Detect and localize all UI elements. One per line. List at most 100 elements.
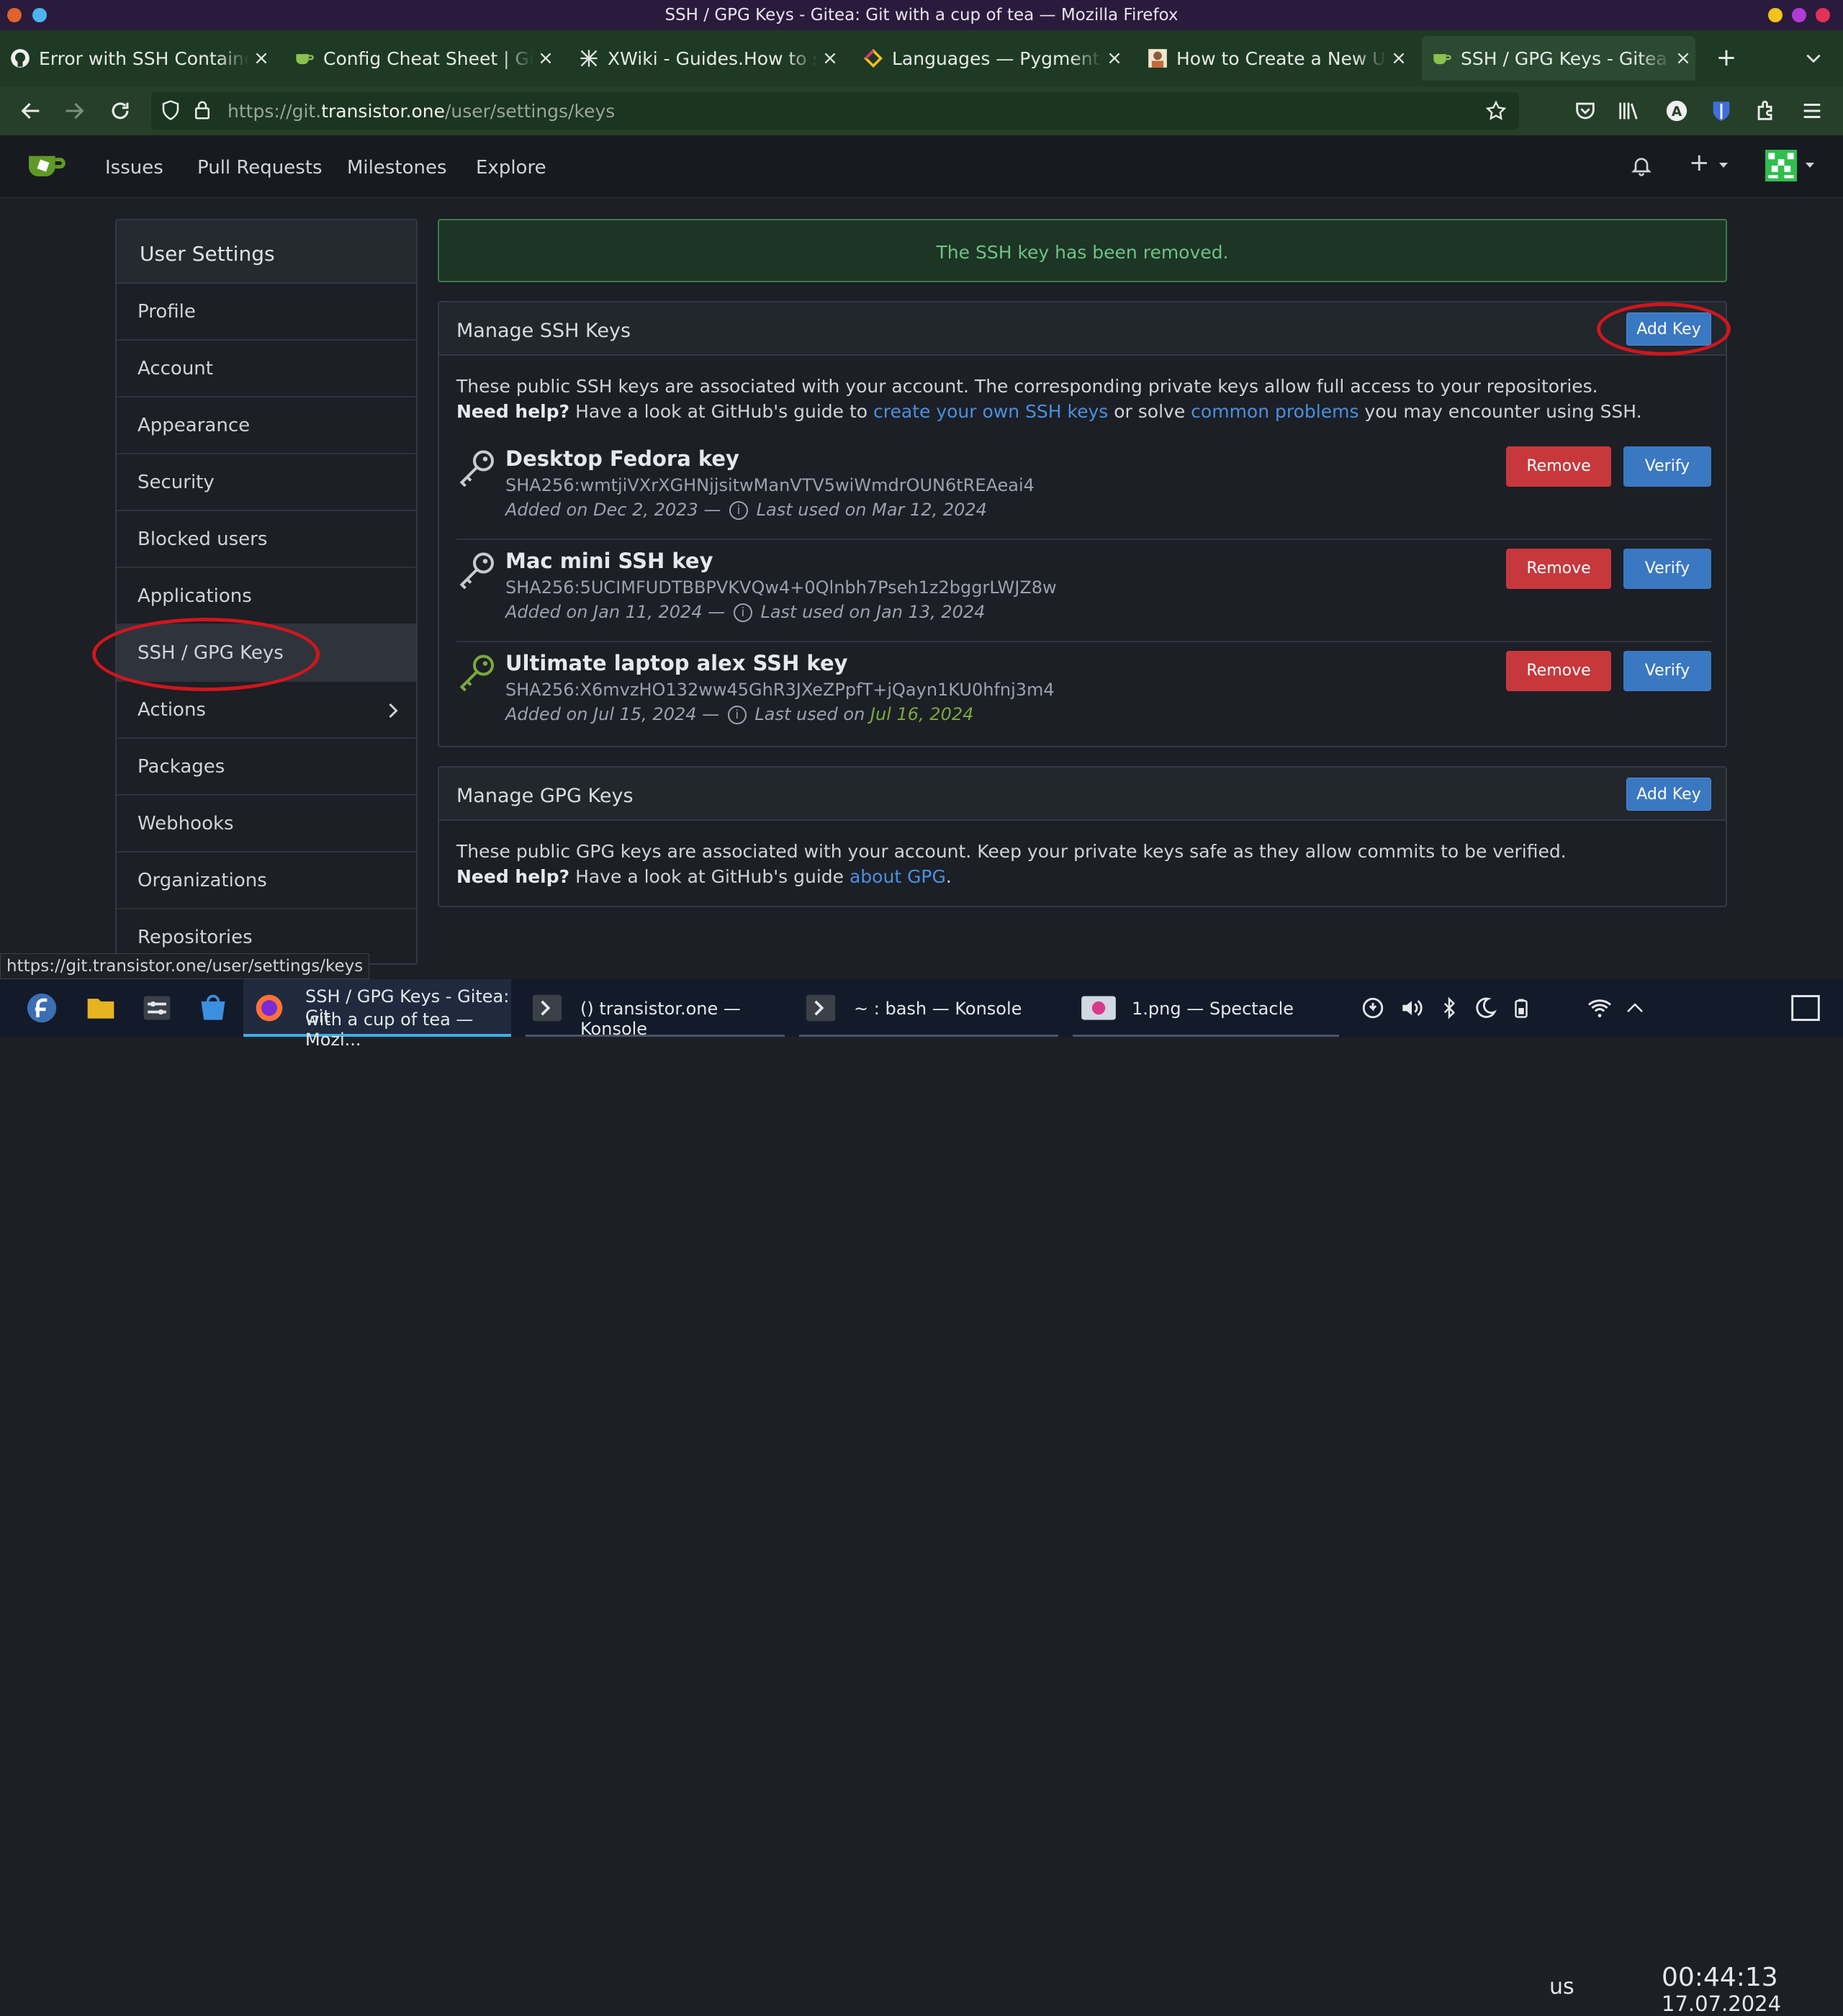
taskbar-spectacle[interactable]: 1.png — Spectacle [1073,979,1339,1037]
sidebar-item-ssh-gpg-keys[interactable]: SSH / GPG Keys [117,625,416,682]
wifi-icon[interactable] [1587,992,1613,1024]
verify-key-button[interactable]: Verify [1623,446,1711,487]
gitea-icon [1433,54,1451,65]
taskbar-konsole-transistor[interactable]: () transistor.one — Konsole [526,979,785,1039]
ssh-help-text: Need help? Have a look at GitHub's guide… [456,401,1642,422]
clock-date[interactable]: 17.07.2024 [1662,1992,1781,2016]
close-icon[interactable]: × [818,48,842,69]
sidebar-item-organizations[interactable]: Organizations [117,852,416,909]
sidebar-item-blocked-users[interactable]: Blocked users [117,511,416,568]
gpg-panel-title: Manage GPG Keys [456,785,634,807]
forward-icon[interactable] [62,99,86,123]
clock-time[interactable]: 00:44:13 [1662,1963,1778,1992]
verify-key-button[interactable]: Verify [1623,549,1711,589]
sidebar-item-packages[interactable]: Packages [117,739,416,796]
key-name: Mac mini SSH key [505,549,713,573]
show-desktop-icon[interactable] [1790,992,1821,1024]
new-tab-button[interactable]: + [1712,43,1741,72]
tab-create-user[interactable]: How to Create a New User × [1137,36,1411,81]
close-icon[interactable]: × [1102,48,1127,69]
key-icon [459,450,494,487]
extensions-icon[interactable] [1754,99,1778,123]
close-icon[interactable]: × [249,48,274,69]
tab-bar: Error with SSH Container P × Config Chea… [0,30,1843,86]
reload-icon[interactable] [108,99,132,123]
caret-down-icon[interactable] [1718,161,1729,170]
ssh-panel-title: Manage SSH Keys [456,320,631,342]
night-color-icon[interactable] [1473,992,1497,1024]
tab-ssh-gpg-keys[interactable]: SSH / GPG Keys - Gitea: Git × [1422,36,1695,81]
sidebar-item-security[interactable]: Security [117,454,416,511]
bluetooth-icon[interactable] [1438,992,1460,1024]
battery-icon[interactable] [1510,992,1532,1024]
nav-pull-requests[interactable]: Pull Requests [197,157,323,179]
github-icon [11,49,30,68]
sidebar-item-profile[interactable]: Profile [117,284,416,341]
account-icon[interactable]: A [1664,99,1689,123]
taskbar-firefox[interactable]: SSH / GPG Keys - Gitea: Git with a cup o… [243,979,511,1050]
remove-key-button[interactable]: Remove [1506,549,1611,589]
close-icon[interactable]: × [1671,48,1695,69]
ssh-key-row: Desktop Fedora key SHA256:wmtjiVXrXGHNjj… [456,438,1711,540]
tab-github-issue[interactable]: Error with SSH Container P × [0,36,274,81]
close-icon[interactable]: × [533,48,558,69]
library-icon[interactable] [1616,99,1641,123]
caret-down-icon[interactable] [1804,161,1816,170]
keyboard-layout-indicator[interactable]: us [1549,1974,1574,1999]
window-title: SSH / GPG Keys - Gitea: Git with a cup o… [664,6,1179,24]
sidebar-item-actions[interactable]: Actions [117,682,416,739]
nav-explore[interactable]: Explore [476,157,546,179]
tab-config-cheat-sheet[interactable]: Config Cheat Sheet | Gitea × [284,36,558,81]
nav-issues[interactable]: Issues [105,157,163,179]
sidebar-header: User Settings [117,220,416,284]
remove-key-button[interactable]: Remove [1506,651,1611,691]
gitea-logo-icon[interactable] [27,151,66,180]
close-window-button[interactable] [1816,8,1830,22]
updates-icon[interactable] [1361,992,1385,1024]
bell-icon[interactable] [1630,154,1653,177]
folder-icon[interactable] [85,992,117,1024]
shield-icon[interactable] [160,99,181,121]
terminal-icon [532,994,562,1022]
create-ssh-keys-link[interactable]: create your own SSH keys [873,401,1108,422]
gitea-icon [296,54,314,65]
sidebar-item-webhooks[interactable]: Webhooks [117,796,416,852]
bookmark-star-icon[interactable] [1484,99,1508,122]
svg-text:A: A [1672,104,1682,120]
key-meta: Added on Jul 15, 2024 — i Last used on J… [505,704,974,724]
minimize-button[interactable] [1768,8,1783,22]
sidebar-item-applications[interactable]: Applications [117,568,416,625]
tab-xwiki[interactable]: XWiki - Guides.How to set u × [569,36,842,81]
chevron-right-icon [389,703,398,719]
add-ssh-key-button[interactable]: Add Key [1626,312,1711,346]
system-settings-icon[interactable] [141,992,173,1024]
firefox-icon [256,994,283,1022]
menu-icon[interactable] [1800,99,1824,123]
about-gpg-link[interactable]: about GPG [850,866,946,887]
verify-key-button[interactable]: Verify [1623,651,1711,691]
remove-key-button[interactable]: Remove [1506,446,1611,487]
tab-pygments[interactable]: Languages — Pygments × [853,36,1127,81]
avatar[interactable] [1765,150,1797,181]
fedora-launcher-icon[interactable] [26,992,58,1024]
nav-milestones[interactable]: Milestones [347,157,447,179]
spectacle-icon [1081,996,1116,1020]
taskbar-konsole-bash[interactable]: ~ : bash — Konsole [799,979,1058,1037]
url-bar[interactable]: https://git.transistor.one/user/settings… [151,92,1519,130]
add-gpg-key-button[interactable]: Add Key [1626,778,1711,811]
sidebar-item-appearance[interactable]: Appearance [117,397,416,454]
list-tabs-icon[interactable] [1804,49,1823,68]
bitwarden-icon[interactable] [1709,99,1734,123]
expand-tray-icon[interactable] [1624,992,1646,1024]
pocket-icon[interactable] [1573,99,1598,123]
common-problems-link[interactable]: common problems [1191,401,1358,422]
create-new-button[interactable]: + [1689,148,1710,177]
url-text[interactable]: https://git.transistor.one/user/settings… [227,101,615,122]
volume-icon[interactable] [1400,992,1424,1024]
software-store-icon[interactable] [197,992,229,1024]
back-icon[interactable] [19,99,43,123]
lock-icon[interactable] [191,99,213,121]
sidebar-item-account[interactable]: Account [117,341,416,397]
close-icon[interactable]: × [1387,48,1411,69]
maximize-button[interactable] [1792,8,1806,22]
